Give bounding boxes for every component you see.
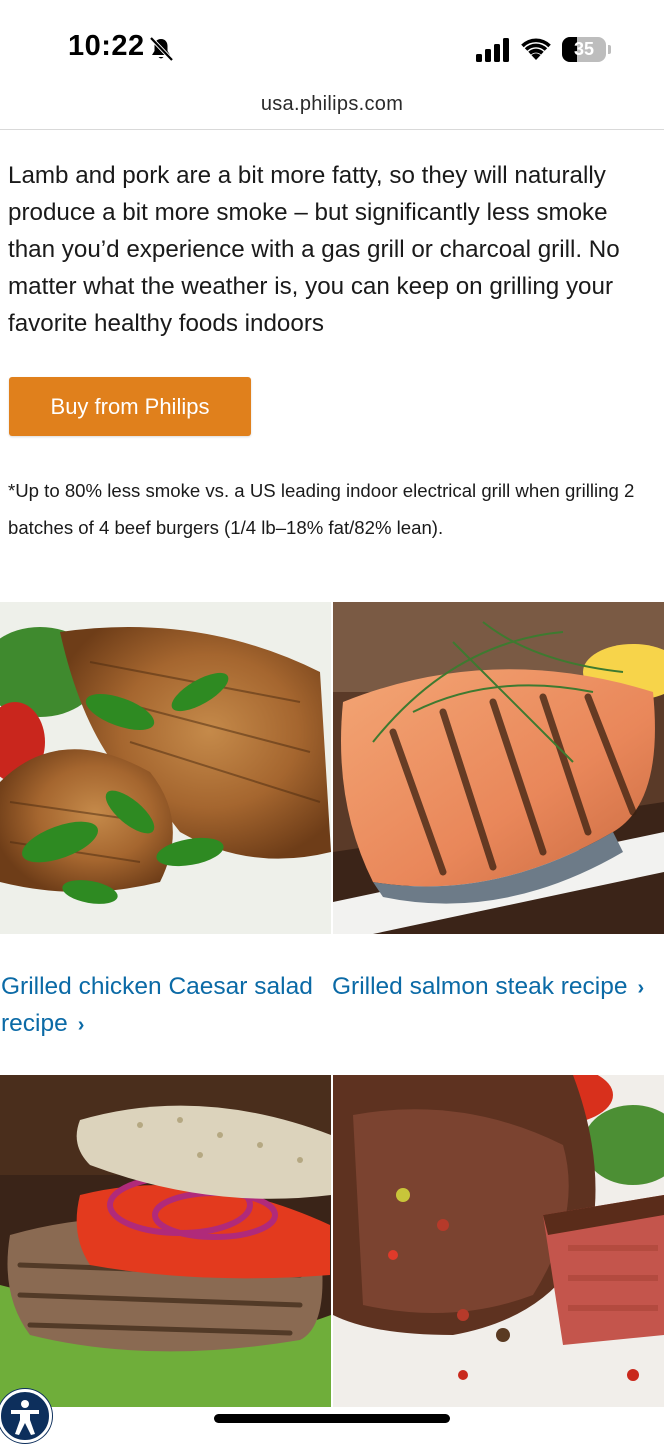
- accessibility-person-icon: [11, 1400, 39, 1435]
- article-paragraph: Lamb and pork are a bit more fatty, so t…: [8, 162, 620, 337]
- status-bar: 10:22 35: [0, 0, 664, 88]
- home-indicator[interactable]: [214, 1414, 450, 1423]
- cellular-signal-icon: [476, 38, 509, 62]
- wifi-icon: [521, 38, 551, 60]
- recipe-link-salmon-steak[interactable]: Grilled salmon steak recipe ›: [332, 968, 664, 1007]
- grilled-chicken-image[interactable]: [0, 602, 331, 934]
- burger-image[interactable]: [0, 1075, 331, 1407]
- battery-icon: 35: [562, 37, 611, 62]
- buy-from-philips-button[interactable]: Buy from Philips: [9, 377, 251, 436]
- recipe-link-label: Grilled salmon steak recipe: [332, 973, 628, 1000]
- battery-body: 35: [562, 37, 606, 62]
- grilled-salmon-image[interactable]: [333, 602, 664, 934]
- url-bar[interactable]: usa.philips.com: [0, 88, 664, 130]
- recipe-link-label: Grilled chicken Caesar salad recipe: [1, 973, 313, 1037]
- steak-image[interactable]: [333, 1075, 664, 1407]
- accessibility-button[interactable]: [0, 1389, 52, 1443]
- recipe-link-chicken-caesar[interactable]: Grilled chicken Caesar salad recipe ›: [1, 968, 331, 1044]
- chevron-right-icon: ›: [637, 977, 645, 999]
- url-text: usa.philips.com: [260, 93, 404, 115]
- battery-level: 35: [573, 39, 595, 59]
- status-time: 10:22: [68, 30, 145, 62]
- battery-tip: [608, 45, 611, 54]
- chevron-right-icon: ›: [77, 1014, 85, 1036]
- bell-slash-icon: [149, 36, 174, 62]
- footnote: *Up to 80% less smoke vs. a US leading i…: [8, 480, 635, 538]
